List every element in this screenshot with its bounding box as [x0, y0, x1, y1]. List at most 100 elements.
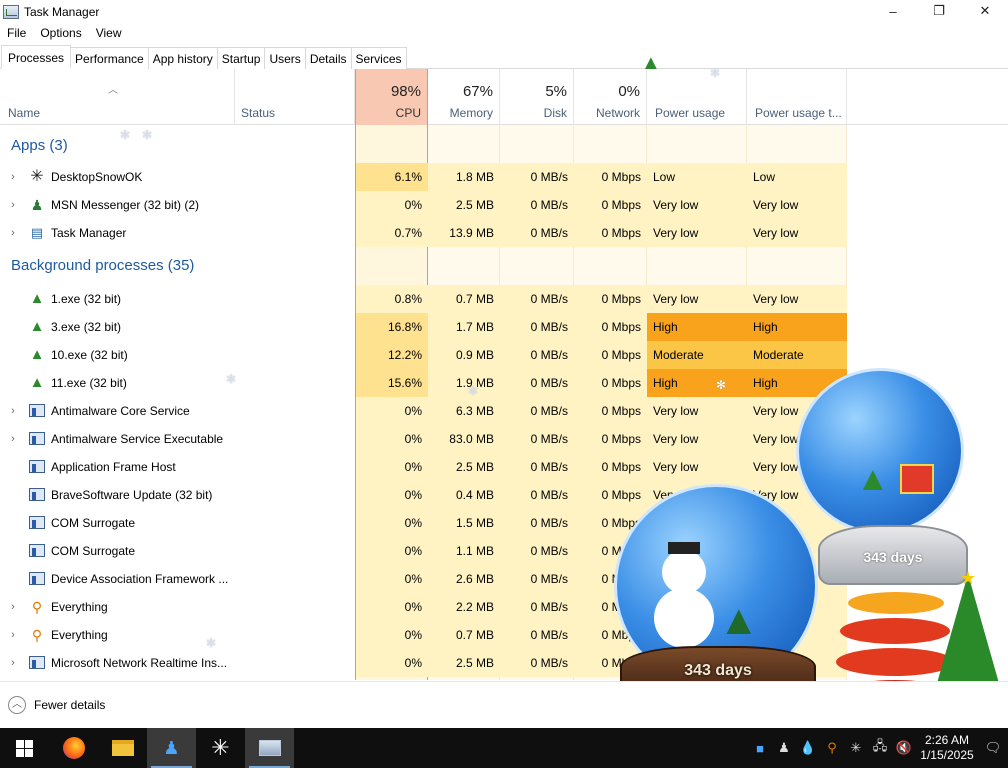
column-header-power-usage[interactable]: Power usage: [647, 69, 747, 125]
menu-options[interactable]: Options: [33, 24, 88, 42]
system-tray: ■ ♟ 💧 ⚲ ✳ 🖧 🔇 2:26 AM 1/15/2025 🗨: [748, 728, 1008, 768]
volume-muted-icon[interactable]: 🔇: [892, 740, 916, 756]
power-usage-value: Very low: [647, 191, 747, 219]
memory-value: 0.7 MB: [428, 285, 500, 313]
process-row[interactable]: ▲ 10.exe (32 bit) 12.2% 0.9 MB 0 MB/s 0 Mbps M…: [0, 341, 1008, 369]
column-header-power-usage-trend[interactable]: Power usage t...: [747, 69, 847, 125]
column-header-network[interactable]: 0% Network: [574, 69, 647, 125]
expand-chevron-icon[interactable]: ›: [6, 397, 20, 425]
tray-drop-icon[interactable]: 💧: [796, 740, 820, 756]
process-row[interactable]: COM Surrogate 0% 1.1 MB 0 MB/s 0 Mbps: [0, 537, 1008, 565]
maximize-button[interactable]: ❐: [916, 0, 962, 22]
power-usage-value: Very low: [647, 453, 747, 481]
window-controls: – ❐ ✕: [870, 0, 1008, 22]
tray-snowflake-icon[interactable]: ✳: [844, 740, 868, 756]
messenger-icon[interactable]: ♟: [147, 728, 196, 768]
network-value: 0 Mbps: [574, 425, 647, 453]
service-icon: [28, 542, 46, 560]
tray-messenger-icon[interactable]: ♟: [772, 740, 796, 756]
tray-app-icon[interactable]: ■: [748, 741, 772, 756]
process-row[interactable]: ▲ 1.exe (32 bit) 0.8% 0.7 MB 0 MB/s 0 Mbps Ver…: [0, 285, 1008, 313]
snowflake-icon[interactable]: ✳: [196, 728, 245, 768]
power-usage-value: [647, 537, 747, 565]
expand-chevron-icon[interactable]: ›: [6, 163, 20, 191]
network-icon[interactable]: 🖧: [868, 737, 892, 759]
windows-start-icon[interactable]: [0, 728, 49, 768]
notification-icon[interactable]: 🗨: [978, 740, 1008, 756]
tab-startup[interactable]: Startup: [216, 47, 266, 69]
process-row[interactable]: › ♟ MSN Messenger (32 bit) (2) 0% 2.5 MB 0 MB…: [0, 191, 1008, 219]
service-icon: [28, 430, 46, 448]
memory-value: 0.7 MB: [428, 621, 500, 649]
firefox-icon[interactable]: [49, 728, 98, 768]
disk-value: 0 MB/s: [500, 369, 574, 397]
process-row[interactable]: Application Frame Host 0% 2.5 MB 0 MB/s 0 Mb…: [0, 453, 1008, 481]
file-explorer-icon[interactable]: [98, 728, 147, 768]
tab-processes[interactable]: Processes: [1, 45, 72, 69]
network-value: 0 Mbps: [574, 649, 647, 677]
process-name: 3.exe (32 bit): [51, 320, 122, 334]
expand-chevron-icon[interactable]: ›: [6, 649, 20, 677]
process-row[interactable]: › ⚲ Everything 0% 2.2 MB 0 MB/s 0 Mbps: [0, 593, 1008, 621]
tab-performance[interactable]: Performance: [70, 47, 149, 69]
column-header-cpu[interactable]: 98% CPU: [355, 69, 428, 125]
process-name: 1.exe (32 bit): [51, 292, 122, 306]
close-button[interactable]: ✕: [962, 0, 1008, 22]
process-row[interactable]: ▲ 3.exe (32 bit) 16.8% 1.7 MB 0 MB/s 0 Mbps Hi…: [0, 313, 1008, 341]
power-usage-trend-value: High: [747, 369, 847, 397]
tray-search-icon[interactable]: ⚲: [820, 740, 844, 756]
process-name: DesktopSnowOK: [51, 170, 143, 184]
network-value: 0 Mbps: [574, 313, 647, 341]
expand-chevron-icon[interactable]: ›: [6, 191, 20, 219]
power-usage-value: [647, 565, 747, 593]
process-row[interactable]: › Antimalware Core Service 0% 6.3 MB 0 MB/s 0…: [0, 397, 1008, 425]
task-manager-icon[interactable]: [245, 728, 294, 768]
process-row[interactable]: › ▤ Task Manager 0.7% 13.9 MB 0 MB/s 0 Mbps Ver…: [0, 219, 1008, 247]
process-row[interactable]: ▲ 11.exe (32 bit) 15.6% 1.9 MB 0 MB/s 0 Mbps H…: [0, 369, 1008, 397]
power-usage-value: [647, 509, 747, 537]
tree-icon: ▲: [29, 346, 45, 363]
tab-bar: Processes Performance App history Startu…: [0, 45, 1008, 69]
memory-value: 1.5 MB: [428, 509, 500, 537]
tree-icon: ▲: [29, 290, 45, 307]
power-usage-trend-value: [747, 509, 847, 537]
network-value: 0 Mbps: [574, 565, 647, 593]
power-usage-trend-value: Very low: [747, 425, 847, 453]
messenger-icon: ♟: [30, 197, 44, 213]
process-row[interactable]: COM Surrogate 0% 1.5 MB 0 MB/s 0 Mbps: [0, 509, 1008, 537]
network-value: 0 Mbps: [574, 509, 647, 537]
expand-chevron-icon[interactable]: ›: [6, 425, 20, 453]
expand-chevron-icon[interactable]: ›: [6, 621, 20, 649]
cpu-value: 0%: [356, 509, 428, 537]
menu-view[interactable]: View: [89, 24, 129, 42]
process-name: Everything: [51, 628, 108, 642]
column-header-disk[interactable]: 5% Disk: [500, 69, 574, 125]
power-usage-trend-value: Very low: [747, 285, 847, 313]
tab-users[interactable]: Users: [264, 47, 306, 69]
process-row[interactable]: › ✳ DesktopSnowOK 6.1% 1.8 MB 0 MB/s 0 Mbps Low…: [0, 163, 1008, 191]
tab-services[interactable]: Services: [350, 47, 407, 69]
minimize-button[interactable]: –: [870, 0, 916, 22]
expand-chevron-icon[interactable]: ›: [6, 593, 20, 621]
tab-details[interactable]: Details: [304, 47, 352, 69]
menu-file[interactable]: File: [0, 24, 33, 42]
column-header-status[interactable]: Status: [235, 69, 355, 125]
clock[interactable]: 2:26 AM 1/15/2025: [916, 733, 978, 763]
service-icon: [28, 486, 46, 504]
cpu-value: 0%: [356, 621, 428, 649]
window-title: Task Manager: [24, 5, 100, 19]
memory-value: 2.5 MB: [428, 649, 500, 677]
power-usage-value: Moderate: [647, 341, 747, 369]
tab-app-history[interactable]: App history: [147, 47, 218, 69]
fewer-details-button[interactable]: ︿ Fewer details: [8, 696, 105, 714]
process-row[interactable]: › Antimalware Service Executable 0% 83.0 MB…: [0, 425, 1008, 453]
column-header-name[interactable]: ︿ Name: [0, 69, 235, 125]
process-row[interactable]: › Microsoft Network Realtime Ins... 0% 2.5 …: [0, 649, 1008, 677]
group-background: Background processes (35): [0, 245, 1008, 281]
process-row[interactable]: BraveSoftware Update (32 bit) 0% 0.4 MB 0 M…: [0, 481, 1008, 509]
process-row[interactable]: › ⚲ Everything 0% 0.7 MB 0 MB/s 0 Mbps: [0, 621, 1008, 649]
process-row[interactable]: Device Association Framework ... 0% 2.6 MB…: [0, 565, 1008, 593]
expand-chevron-icon[interactable]: ›: [6, 219, 20, 247]
disk-value: 0 MB/s: [500, 621, 574, 649]
column-header-memory[interactable]: 67% Memory: [428, 69, 500, 125]
